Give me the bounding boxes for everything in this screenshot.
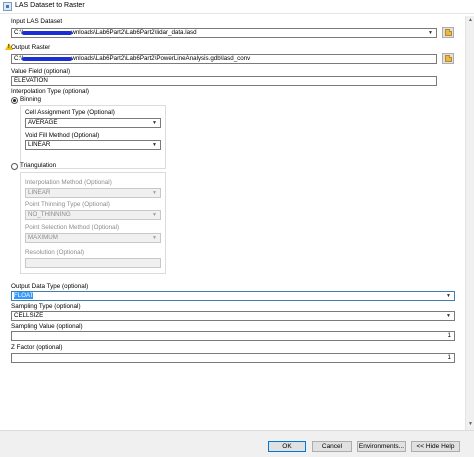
selection-method-select[interactable]: MAXIMUM ▼ (25, 233, 161, 243)
chevron-down-icon[interactable]: ▼ (150, 234, 159, 242)
cell-assignment-value: AVERAGE (28, 119, 58, 126)
resolution-label: Resolution (Optional) (25, 249, 85, 256)
sampling-value-value: 1 (447, 332, 451, 339)
output-data-type-select[interactable]: FLOAT ▼ (11, 291, 455, 301)
folder-icon (445, 29, 452, 36)
triangulation-label: Triangulation (20, 162, 57, 169)
chevron-down-icon[interactable]: ▼ (444, 292, 453, 300)
interp-method-value: LINEAR (28, 189, 51, 196)
hide-help-button[interactable]: << Hide Help (411, 441, 460, 452)
cell-assignment-select[interactable]: AVERAGE ▼ (25, 118, 161, 128)
z-factor-label: Z Factor (optional) (11, 344, 63, 351)
chevron-down-icon[interactable]: ▼ (150, 189, 159, 197)
vertical-scrollbar[interactable]: ▲ ▼ (465, 16, 474, 430)
output-raster-field[interactable]: C:\L wnloads\Lab6Part2\Lab6Part2\PowerLin… (11, 54, 437, 64)
scroll-down-icon[interactable]: ▼ (467, 421, 474, 428)
void-fill-label: Void Fill Method (Optional) (25, 132, 100, 139)
input-las-combobox[interactable]: C:\L wnloads\Lab6Part2\Lab6Part2\lidar_da… (11, 28, 437, 38)
value-field-value: ELEVATION (14, 77, 48, 84)
scroll-up-icon[interactable]: ▲ (467, 17, 474, 24)
thinning-type-label: Point Thinning Type (Optional) (25, 201, 110, 208)
environments-button[interactable]: Environments... (357, 441, 406, 452)
cell-assignment-label: Cell Assignment Type (Optional) (25, 109, 115, 116)
void-fill-value: LINEAR (28, 141, 51, 148)
resolution-field[interactable] (25, 258, 161, 268)
binning-label: Binning (20, 96, 42, 103)
void-fill-select[interactable]: LINEAR ▼ (25, 140, 161, 150)
sampling-type-label: Sampling Type (optional) (11, 303, 81, 310)
interp-method-select[interactable]: LINEAR ▼ (25, 188, 161, 198)
toolbox-icon (3, 2, 12, 11)
output-data-type-label: Output Data Type (optional) (11, 283, 89, 290)
browse-output-button[interactable] (442, 53, 454, 64)
chevron-down-icon[interactable]: ▼ (444, 312, 453, 320)
sampling-type-value: CELLSIZE (14, 312, 44, 319)
chevron-down-icon[interactable]: ▼ (150, 141, 159, 149)
output-raster-value-suffix: wnloads\Lab6Part2\Lab6Part2\PowerLineAna… (71, 55, 251, 62)
value-field-select[interactable]: ELEVATION (11, 76, 437, 86)
chevron-down-icon[interactable]: ▼ (426, 29, 435, 37)
tool-form: Input LAS Dataset C:\L wnloads\Lab6Part2\… (5, 16, 465, 430)
chevron-down-icon[interactable]: ▼ (150, 211, 159, 219)
selection-method-label: Point Selection Method (Optional) (25, 224, 120, 231)
thinning-type-value: NO_THINNING (28, 211, 71, 218)
browse-input-button[interactable] (442, 27, 454, 38)
cancel-button[interactable]: Cancel (312, 441, 352, 452)
output-data-type-value: FLOAT (14, 292, 34, 299)
sampling-type-select[interactable]: CELLSIZE ▼ (11, 311, 455, 321)
sampling-value-field[interactable]: 1 (11, 331, 455, 341)
value-field-label: Value Field (optional) (11, 68, 71, 75)
button-bar: OK Cancel Environments... << Hide Help (0, 430, 474, 457)
sampling-value-label: Sampling Value (optional) (11, 323, 83, 330)
triangulation-radio[interactable] (11, 163, 18, 170)
window-title: LAS Dataset to Raster (15, 2, 85, 9)
ok-button[interactable]: OK (268, 441, 306, 452)
interp-method-label: Interpolation Method (Optional) (25, 179, 112, 186)
folder-icon (445, 55, 452, 62)
selection-method-value: MAXIMUM (28, 234, 58, 241)
z-factor-field[interactable]: 1 (11, 353, 455, 363)
binning-radio[interactable] (11, 97, 18, 104)
title-bar: LAS Dataset to Raster (0, 0, 474, 14)
input-las-value-suffix: wnloads\Lab6Part2\Lab6Part2\lidar_data.l… (71, 29, 197, 36)
interpolation-label: Interpolation Type (optional) (11, 88, 89, 95)
z-factor-value: 1 (447, 354, 451, 361)
redaction-mark (22, 57, 72, 61)
thinning-type-select[interactable]: NO_THINNING ▼ (25, 210, 161, 220)
chevron-down-icon[interactable]: ▼ (150, 119, 159, 127)
warning-mark: ! (8, 44, 10, 50)
input-las-label: Input LAS Dataset (11, 18, 63, 25)
redaction-mark (22, 31, 72, 35)
output-raster-label: Output Raster (11, 44, 51, 51)
